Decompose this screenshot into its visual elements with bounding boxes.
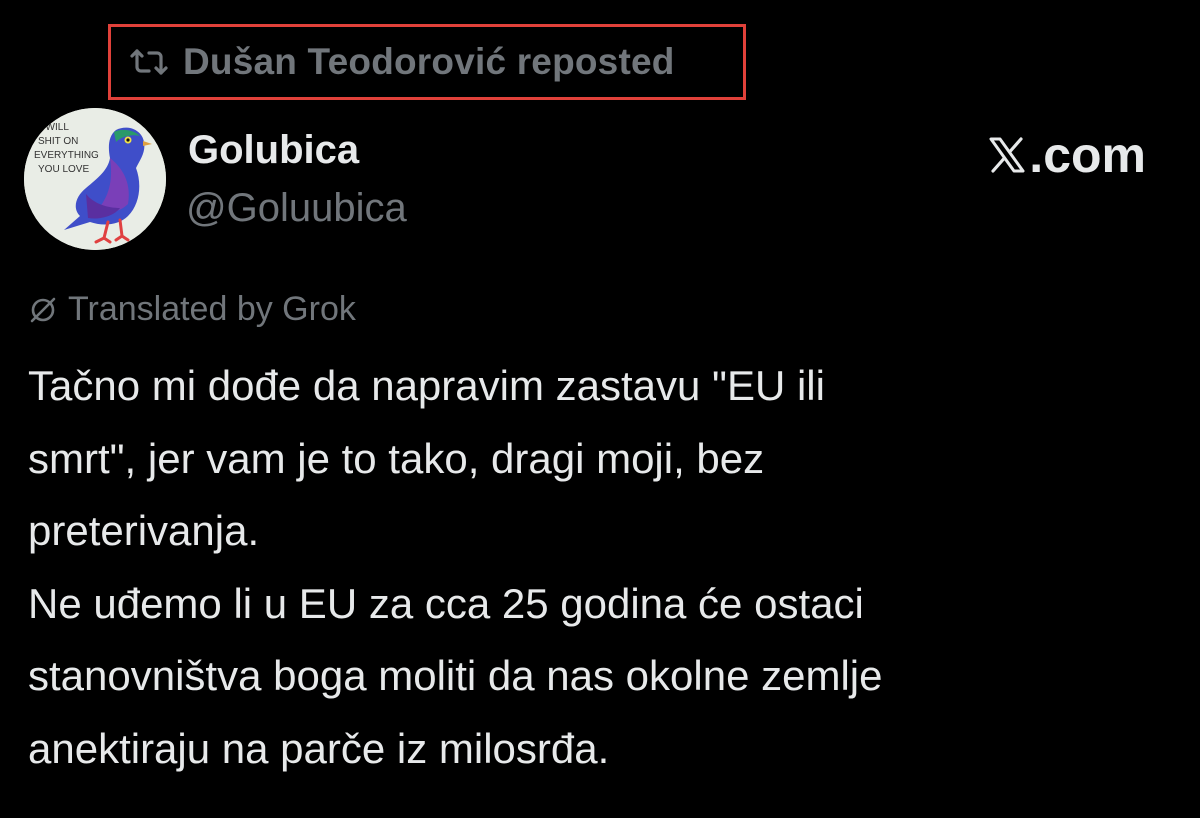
avatar-caption-line: SHIT ON	[38, 136, 78, 147]
post-text-line: anektiraju na parče iz milosrđa.	[28, 724, 610, 772]
post-text-line: Tačno mi dođe da napravim zastavu "EU il…	[28, 362, 825, 409]
author-handle[interactable]: @Goluubica	[186, 186, 407, 231]
avatar[interactable]: I WILL SHIT ON EVERYTHING YOU LOVE	[24, 108, 166, 250]
avatar-caption-line: I WILL	[40, 122, 69, 133]
avatar-caption-line: EVERYTHING	[34, 150, 99, 161]
brand-domain-text: .com	[1029, 127, 1146, 183]
author-display-name[interactable]: Golubica	[188, 128, 359, 173]
post-body: Tačno mi dođe da napravim zastavu "EU il…	[28, 350, 1168, 785]
pigeon-avatar-image: I WILL SHIT ON EVERYTHING YOU LOVE	[24, 108, 166, 250]
grok-icon	[30, 297, 56, 322]
post-text-line: Ne uđemo li u EU za cca 25 godina će ost…	[28, 579, 864, 627]
repost-icon	[130, 49, 168, 75]
x-brand-watermark: .com	[987, 126, 1146, 184]
post-text-line: preterivanja.	[28, 507, 260, 554]
post-text-line: stanovništva boga moliti da nas okolne z…	[28, 652, 883, 699]
x-logo-icon	[989, 137, 1025, 173]
translation-notice[interactable]: Translated by Grok	[28, 290, 356, 329]
repost-label: Dušan Teodorović reposted	[183, 41, 675, 82]
repost-header[interactable]: Dušan Teodorović reposted	[108, 24, 746, 100]
avatar-caption-line: YOU LOVE	[38, 164, 89, 175]
post-text-line: smrt", jer vam je to tako, dragi moji, b…	[28, 434, 765, 482]
translation-label: Translated by Grok	[68, 290, 356, 328]
